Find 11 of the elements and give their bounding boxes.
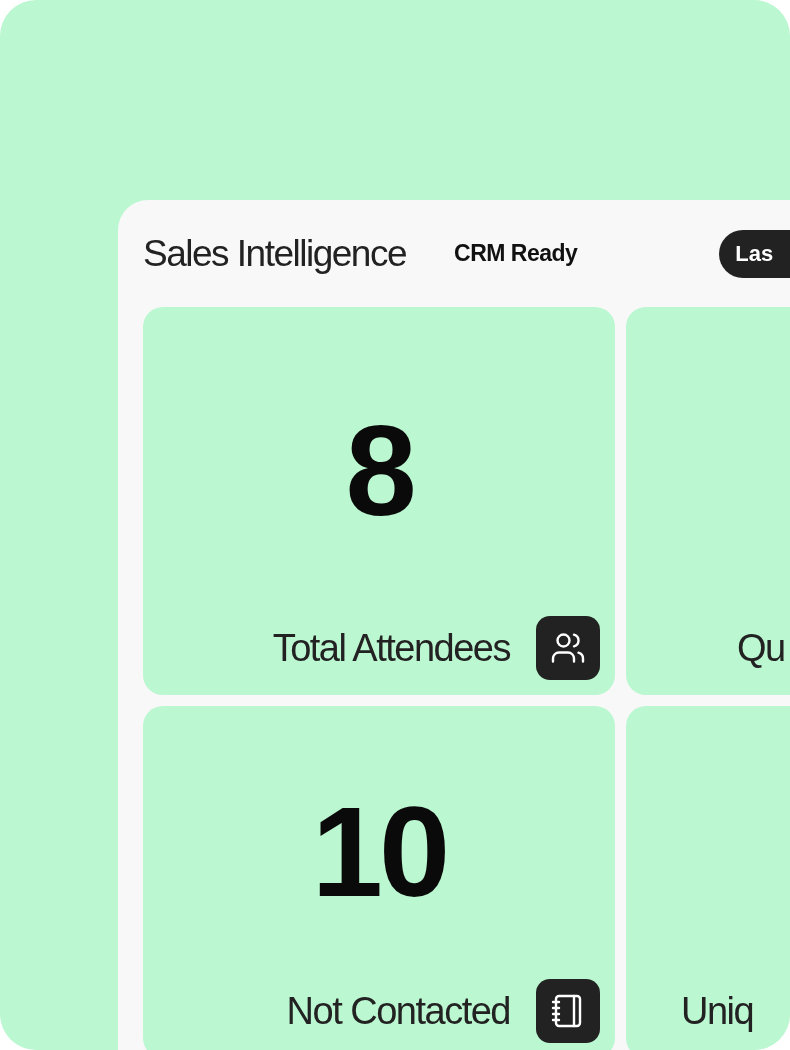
stat-label: Not Contacted	[286, 989, 510, 1033]
stat-value: 10	[310, 779, 448, 925]
range-button[interactable]: Las	[719, 229, 790, 278]
stat-value: 8	[344, 398, 414, 544]
stat-label: Qu	[737, 626, 785, 670]
notebook-icon	[536, 979, 600, 1043]
people-icon	[536, 616, 600, 680]
crm-status: CRM Ready	[454, 240, 578, 267]
stat-label: Uniq	[681, 989, 754, 1033]
dashboard-title: Sales Intelligence	[143, 232, 407, 275]
stat-label: Total Attendees	[272, 626, 510, 670]
